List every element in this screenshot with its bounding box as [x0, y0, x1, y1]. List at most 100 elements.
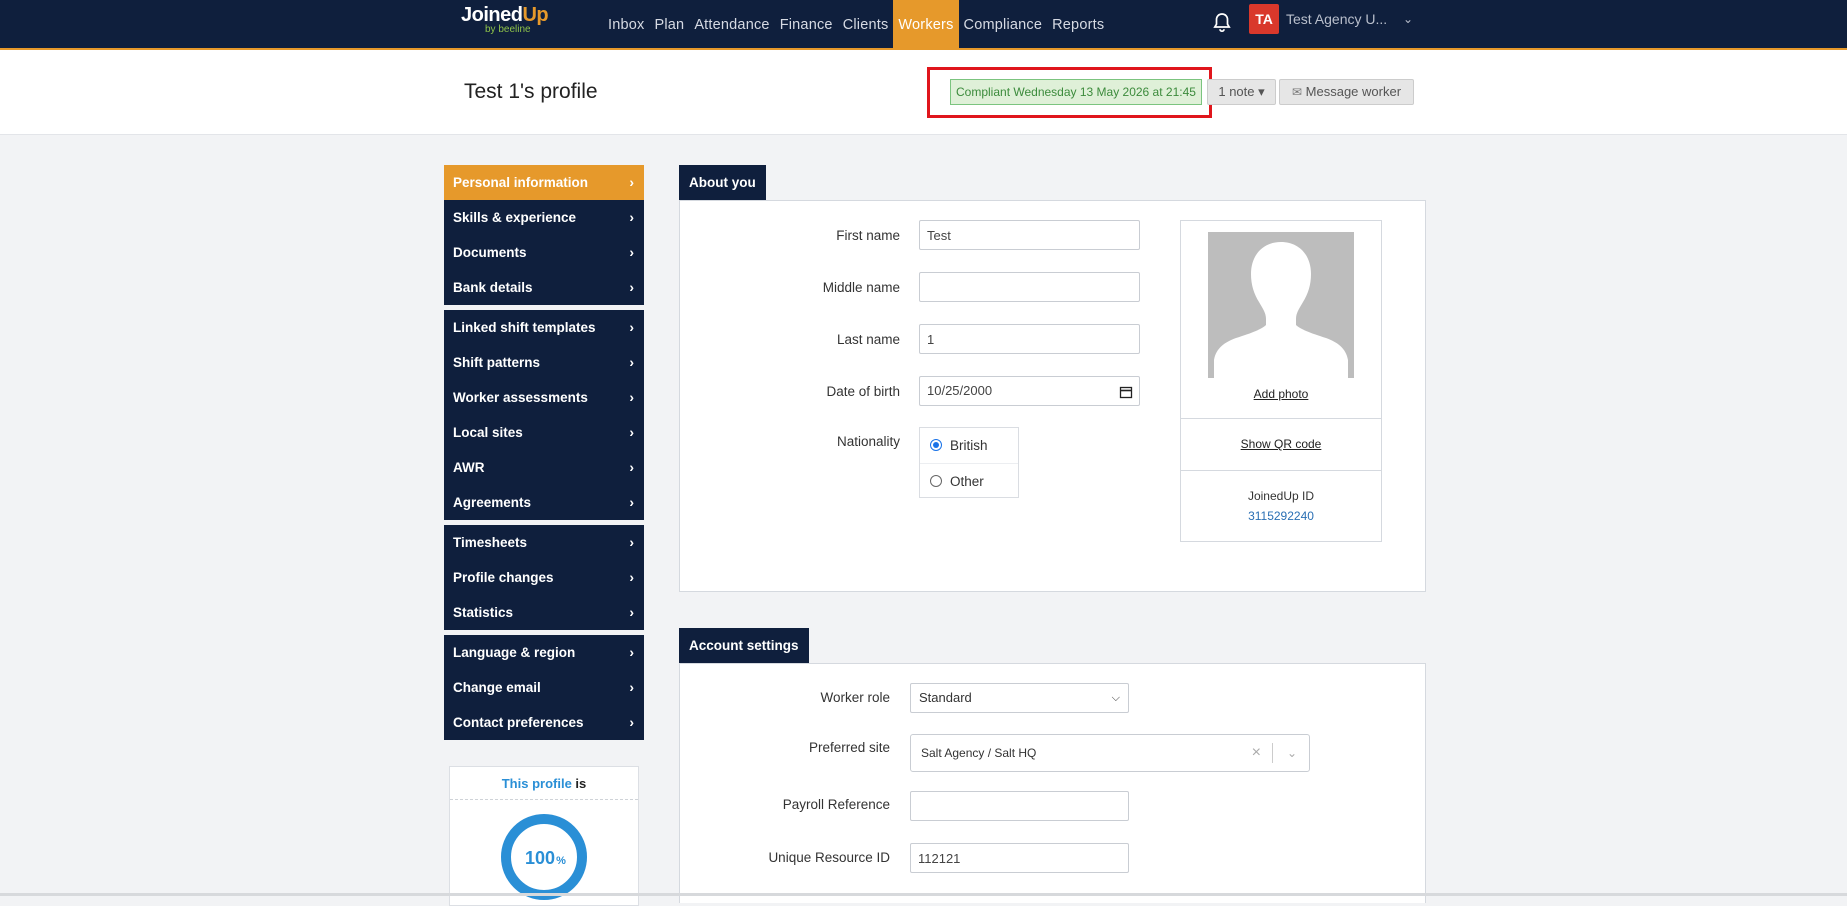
- menu-group-records: Timesheets › Profile changes › Statistics ›: [444, 525, 644, 630]
- worker-role-label: Worker role: [820, 690, 890, 705]
- unique-resource-id-input[interactable]: [910, 843, 1129, 873]
- notifications-bell-icon[interactable]: [1210, 11, 1234, 35]
- nav-item-plan[interactable]: Plan: [649, 0, 689, 48]
- menu-item-label: Linked shift templates: [453, 320, 596, 335]
- chevron-right-icon: ›: [629, 319, 634, 335]
- profile-completeness-suffix: is: [575, 776, 587, 791]
- chevron-right-icon: ›: [629, 494, 634, 510]
- menu-item-statistics[interactable]: Statistics ›: [444, 595, 644, 630]
- nav-item-workers[interactable]: Workers: [893, 0, 959, 48]
- nationality-option-british[interactable]: British: [920, 428, 1018, 463]
- chevron-down-icon[interactable]: ⌄: [1287, 735, 1297, 771]
- menu-item-awr[interactable]: AWR ›: [444, 450, 644, 485]
- profile-header: Test 1's profile Compliant Wednesday 13 …: [0, 50, 1847, 135]
- account-settings-tab: Account settings: [679, 628, 809, 671]
- worker-role-select[interactable]: Standard ⌵: [910, 683, 1129, 713]
- nav-item-compliance[interactable]: Compliance: [959, 0, 1048, 48]
- menu-item-worker-assessments[interactable]: Worker assessments ›: [444, 380, 644, 415]
- chevron-down-icon[interactable]: ⌄: [1403, 12, 1413, 26]
- chevron-right-icon: ›: [629, 644, 634, 660]
- payroll-reference-label: Payroll Reference: [782, 797, 890, 812]
- menu-item-contact-preferences[interactable]: Contact preferences ›: [444, 705, 644, 740]
- chevron-right-icon: ›: [629, 279, 634, 295]
- nationality-label: Nationality: [836, 434, 900, 449]
- menu-item-change-email[interactable]: Change email ›: [444, 670, 644, 705]
- menu-item-shift-patterns[interactable]: Shift patterns ›: [444, 345, 644, 380]
- user-avatar[interactable]: TA: [1249, 4, 1279, 34]
- calendar-icon[interactable]: [1119, 377, 1133, 405]
- first-name-input[interactable]: [919, 220, 1140, 250]
- menu-item-label: Shift patterns: [453, 355, 541, 370]
- top-navigation-bar: JoinedUp by beeline Inbox Plan Attendanc…: [0, 0, 1847, 50]
- notes-dropdown-button[interactable]: 1 note ▾: [1207, 79, 1276, 105]
- preferred-site-select[interactable]: Salt Agency / Salt HQ × ⌄: [910, 734, 1310, 772]
- message-worker-label: Message worker: [1305, 84, 1402, 99]
- first-name-label: First name: [836, 228, 900, 243]
- radio-button-selected[interactable]: [930, 439, 942, 451]
- show-qr-code-link[interactable]: Show QR code: [1181, 437, 1381, 451]
- payroll-reference-input[interactable]: [910, 791, 1129, 821]
- nav-item-inbox[interactable]: Inbox: [603, 0, 649, 48]
- chevron-right-icon: ›: [629, 459, 634, 475]
- nav-item-reports[interactable]: Reports: [1047, 0, 1109, 48]
- chevron-right-icon: ›: [629, 424, 634, 440]
- clear-icon[interactable]: ×: [1252, 735, 1261, 771]
- menu-item-label: Change email: [453, 680, 541, 695]
- preferred-site-value: Salt Agency / Salt HQ: [921, 746, 1037, 760]
- menu-item-local-sites[interactable]: Local sites ›: [444, 415, 644, 450]
- menu-item-label: Language & region: [453, 645, 576, 660]
- unique-resource-id-label: Unique Resource ID: [768, 850, 890, 865]
- menu-item-label: Contact preferences: [453, 715, 584, 730]
- completeness-ring: 100 %: [501, 814, 587, 900]
- date-of-birth-label: Date of birth: [826, 384, 900, 399]
- menu-item-profile-changes[interactable]: Profile changes ›: [444, 560, 644, 595]
- nationality-option-label: British: [950, 438, 988, 453]
- nav-item-attendance[interactable]: Attendance: [689, 0, 774, 48]
- logo-text-up: Up: [522, 4, 549, 26]
- logo-text-main: Joined: [461, 4, 523, 26]
- chevron-right-icon: ›: [629, 569, 634, 585]
- menu-item-documents[interactable]: Documents ›: [444, 235, 644, 270]
- select-divider: [1272, 743, 1273, 763]
- photo-card-divider: [1181, 470, 1381, 471]
- menu-item-label: Documents: [453, 245, 527, 260]
- chevron-right-icon: ›: [629, 679, 634, 695]
- profile-photo-placeholder: [1208, 232, 1354, 378]
- menu-item-agreements[interactable]: Agreements ›: [444, 485, 644, 520]
- menu-item-label: AWR: [453, 460, 485, 475]
- menu-group-settings: Language & region › Change email › Contact…: [444, 635, 644, 740]
- user-account-name[interactable]: Test Agency U...: [1286, 11, 1387, 27]
- nav-item-clients[interactable]: Clients: [838, 0, 894, 48]
- menu-item-label: Personal information: [453, 175, 589, 190]
- joinedup-logo[interactable]: JoinedUp by beeline: [461, 4, 549, 35]
- menu-item-timesheets[interactable]: Timesheets ›: [444, 525, 644, 560]
- nationality-radio-group: British Other: [919, 427, 1019, 498]
- message-worker-button[interactable]: ✉ Message worker: [1279, 79, 1414, 105]
- menu-item-linked-shift-templates[interactable]: Linked shift templates ›: [444, 310, 644, 345]
- menu-item-skills-experience[interactable]: Skills & experience ›: [444, 200, 644, 235]
- menu-item-bank-details[interactable]: Bank details ›: [444, 270, 644, 305]
- profile-completeness-divider: [450, 799, 638, 800]
- menu-item-language-region[interactable]: Language & region ›: [444, 635, 644, 670]
- chevron-right-icon: ›: [629, 354, 634, 370]
- chevron-right-icon: ›: [629, 389, 634, 405]
- nav-item-finance[interactable]: Finance: [775, 0, 838, 48]
- middle-name-label: Middle name: [822, 280, 900, 295]
- chevron-right-icon: ›: [629, 244, 634, 260]
- chevron-down-icon: ⌵: [1111, 692, 1120, 704]
- profile-completeness-prefix: This profile: [501, 776, 572, 791]
- profile-side-menu: Personal information › Skills & experienc…: [444, 165, 644, 745]
- radio-button[interactable]: [930, 475, 942, 487]
- middle-name-input[interactable]: [919, 272, 1140, 302]
- compliance-status-badge[interactable]: Compliant Wednesday 13 May 2026 at 21:45: [950, 79, 1202, 105]
- date-of-birth-input[interactable]: 10/25/2000: [919, 376, 1140, 406]
- chevron-right-icon: ›: [629, 714, 634, 730]
- nationality-option-label: Other: [950, 474, 984, 489]
- menu-item-personal-information[interactable]: Personal information ›: [444, 165, 644, 200]
- nationality-option-other[interactable]: Other: [920, 463, 1018, 499]
- last-name-input[interactable]: [919, 324, 1140, 354]
- add-photo-link[interactable]: Add photo: [1181, 387, 1381, 401]
- photo-card-divider: [1181, 418, 1381, 419]
- menu-item-label: Local sites: [453, 425, 523, 440]
- joinedup-id-value: 3115292240: [1248, 509, 1314, 523]
